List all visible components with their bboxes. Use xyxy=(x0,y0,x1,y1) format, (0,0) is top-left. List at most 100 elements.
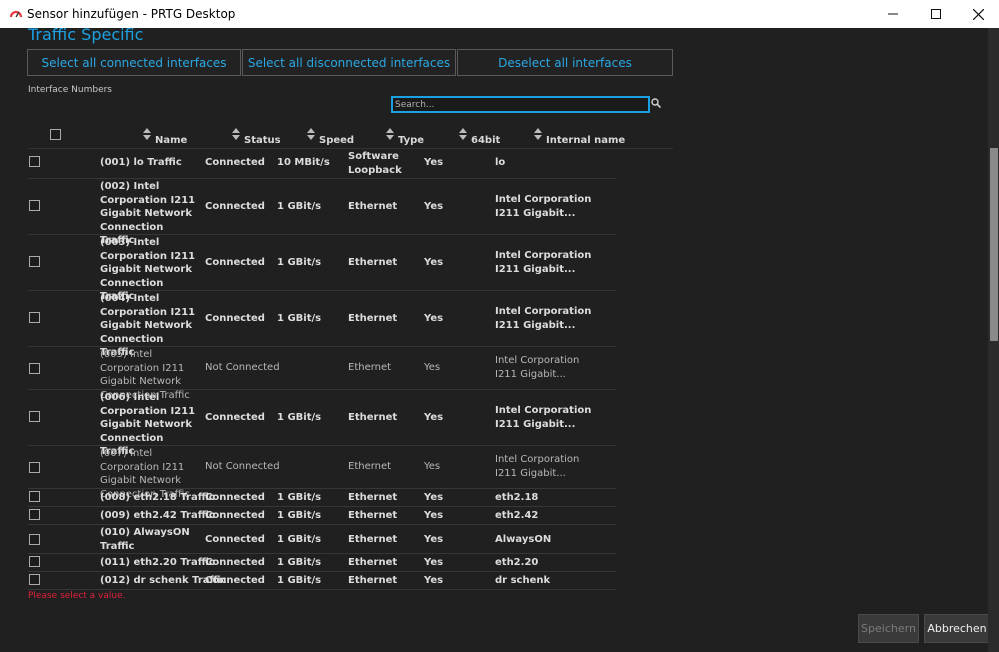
sort-icon xyxy=(386,128,394,140)
row-status: Connected xyxy=(205,534,265,545)
row-status: Connected xyxy=(205,412,265,423)
row-checkbox[interactable] xyxy=(29,574,40,585)
row-type: Ethernet xyxy=(348,313,398,324)
search-icon[interactable] xyxy=(651,98,661,108)
row-speed: 1 GBit/s xyxy=(277,557,322,568)
table-row[interactable]: (003) Intel Corporation I211 Gigabit Net… xyxy=(28,235,616,302)
close-button[interactable] xyxy=(955,0,999,28)
table-row[interactable]: (012) dr schenk Traffic Connected 1 GBit… xyxy=(28,572,616,590)
row-type: Ethernet xyxy=(348,257,398,268)
row-64bit: Yes xyxy=(424,412,444,423)
table-row[interactable]: (005) Intel Corporation I211 Gigabit Net… xyxy=(28,347,616,401)
row-internal-name: eth2.20 xyxy=(495,557,539,568)
table-row[interactable]: (002) Intel Corporation I211 Gigabit Net… xyxy=(28,179,616,246)
row-type: Ethernet xyxy=(348,510,398,521)
row-speed: 1 GBit/s xyxy=(277,412,322,423)
cancel-button[interactable]: Abbrechen xyxy=(924,614,988,643)
deselect-all-button[interactable]: Deselect all interfaces xyxy=(457,49,673,76)
row-64bit: Yes xyxy=(424,201,444,212)
row-speed: 1 GBit/s xyxy=(277,257,322,268)
row-checkbox[interactable] xyxy=(29,509,40,520)
row-internal-name: lo xyxy=(495,157,506,168)
table-row[interactable]: (008) eth2.18 Traffic Connected 1 GBit/s… xyxy=(28,489,616,507)
title-bar: Sensor hinzufügen - PRTG Desktop xyxy=(0,0,999,28)
column-header-name[interactable]: Name xyxy=(140,127,200,149)
row-internal-name: eth2.18 xyxy=(495,492,539,503)
search-input[interactable] xyxy=(391,96,650,113)
row-64bit: Yes xyxy=(424,362,441,373)
row-status: Not Connected xyxy=(205,461,280,472)
row-internal-name: Intel Corporation I211 Gigabit... xyxy=(495,306,592,331)
column-header-status[interactable]: Status xyxy=(229,127,281,149)
interface-numbers-label: Interface Numbers xyxy=(28,85,112,95)
table-row[interactable]: (006) Intel Corporation I211 Gigabit Net… xyxy=(28,390,616,457)
row-speed: 1 GBit/s xyxy=(277,534,322,545)
row-checkbox[interactable] xyxy=(29,312,40,323)
select-disconnected-button[interactable]: Select all disconnected interfaces xyxy=(242,49,456,76)
row-64bit: Yes xyxy=(424,313,444,324)
row-type: Ethernet xyxy=(348,492,398,503)
row-status: Connected xyxy=(205,510,265,521)
row-checkbox[interactable] xyxy=(29,363,40,374)
column-header-internal-name[interactable]: Internal name xyxy=(531,127,625,149)
row-type: Ethernet xyxy=(348,201,398,212)
row-64bit: Yes xyxy=(424,575,444,586)
maximize-button[interactable] xyxy=(913,0,959,28)
row-status: Connected xyxy=(205,557,265,568)
row-64bit: Yes xyxy=(424,257,444,268)
row-name: (001) lo Traffic xyxy=(100,157,182,168)
row-checkbox[interactable] xyxy=(29,491,40,502)
section-title: Traffic Specific xyxy=(28,28,144,44)
row-speed: 1 GBit/s xyxy=(277,492,322,503)
row-speed: 1 GBit/s xyxy=(277,313,322,324)
row-internal-name: Intel Corporation I211 Gigabit... xyxy=(495,454,580,479)
row-speed: 1 GBit/s xyxy=(277,575,322,586)
column-header-type[interactable]: Type xyxy=(383,127,428,149)
row-status: Connected xyxy=(205,257,265,268)
save-button[interactable]: Speichern xyxy=(858,614,919,643)
row-checkbox[interactable] xyxy=(29,462,40,473)
sort-icon xyxy=(232,128,240,140)
row-checkbox[interactable] xyxy=(29,156,40,167)
row-internal-name: dr schenk xyxy=(495,575,551,586)
table-row[interactable]: (009) eth2.42 Traffic Connected 1 GBit/s… xyxy=(28,507,616,525)
minimize-button[interactable] xyxy=(870,0,916,28)
row-type: Ethernet xyxy=(348,412,398,423)
row-internal-name: eth2.42 xyxy=(495,510,539,521)
row-checkbox[interactable] xyxy=(29,534,40,545)
row-checkbox[interactable] xyxy=(29,411,40,422)
row-name: (008) eth2.18 Traffic xyxy=(100,492,215,503)
minimize-icon xyxy=(888,13,898,15)
sort-icon xyxy=(459,128,467,140)
row-64bit: Yes xyxy=(424,461,441,472)
row-64bit: Yes xyxy=(424,492,444,503)
row-checkbox[interactable] xyxy=(29,556,40,567)
dialog-content: Traffic Specific Select all connected in… xyxy=(0,28,988,652)
maximize-icon xyxy=(931,9,941,19)
row-internal-name: AlwaysON xyxy=(495,534,552,545)
sort-icon xyxy=(534,128,542,140)
row-status: Connected xyxy=(205,313,265,324)
table-row[interactable]: (001) lo Traffic Connected 10 MBit/s Sof… xyxy=(28,149,616,179)
select-connected-button[interactable]: Select all connected interfaces xyxy=(27,49,241,76)
row-internal-name: Intel Corporation I211 Gigabit... xyxy=(495,250,592,275)
row-64bit: Yes xyxy=(424,510,444,521)
select-all-checkbox[interactable] xyxy=(50,129,61,140)
row-checkbox[interactable] xyxy=(29,200,40,211)
table-row[interactable]: (007) Intel Corporation I211 Gigabit Net… xyxy=(28,446,616,500)
row-checkbox[interactable] xyxy=(29,256,40,267)
row-name: (011) eth2.20 Traffic xyxy=(100,557,215,568)
column-header-64bit[interactable]: 64bit xyxy=(456,127,501,149)
table-row[interactable]: (004) Intel Corporation I211 Gigabit Net… xyxy=(28,291,616,358)
validation-error: Please select a value. xyxy=(28,591,126,601)
scrollbar-thumb[interactable] xyxy=(990,148,998,341)
row-speed: 1 GBit/s xyxy=(277,510,322,521)
table-row[interactable]: (010) AlwaysON Traffic Connected 1 GBit/… xyxy=(28,525,616,554)
table-row[interactable]: (011) eth2.20 Traffic Connected 1 GBit/s… xyxy=(28,554,616,572)
window-title: Sensor hinzufügen - PRTG Desktop xyxy=(27,7,236,21)
row-name: (009) eth2.42 Traffic xyxy=(100,510,215,521)
column-header-speed[interactable]: Speed xyxy=(304,127,354,149)
prtg-logo-icon xyxy=(9,10,23,18)
row-status: Connected xyxy=(205,492,265,503)
row-internal-name: Intel Corporation I211 Gigabit... xyxy=(495,194,592,219)
